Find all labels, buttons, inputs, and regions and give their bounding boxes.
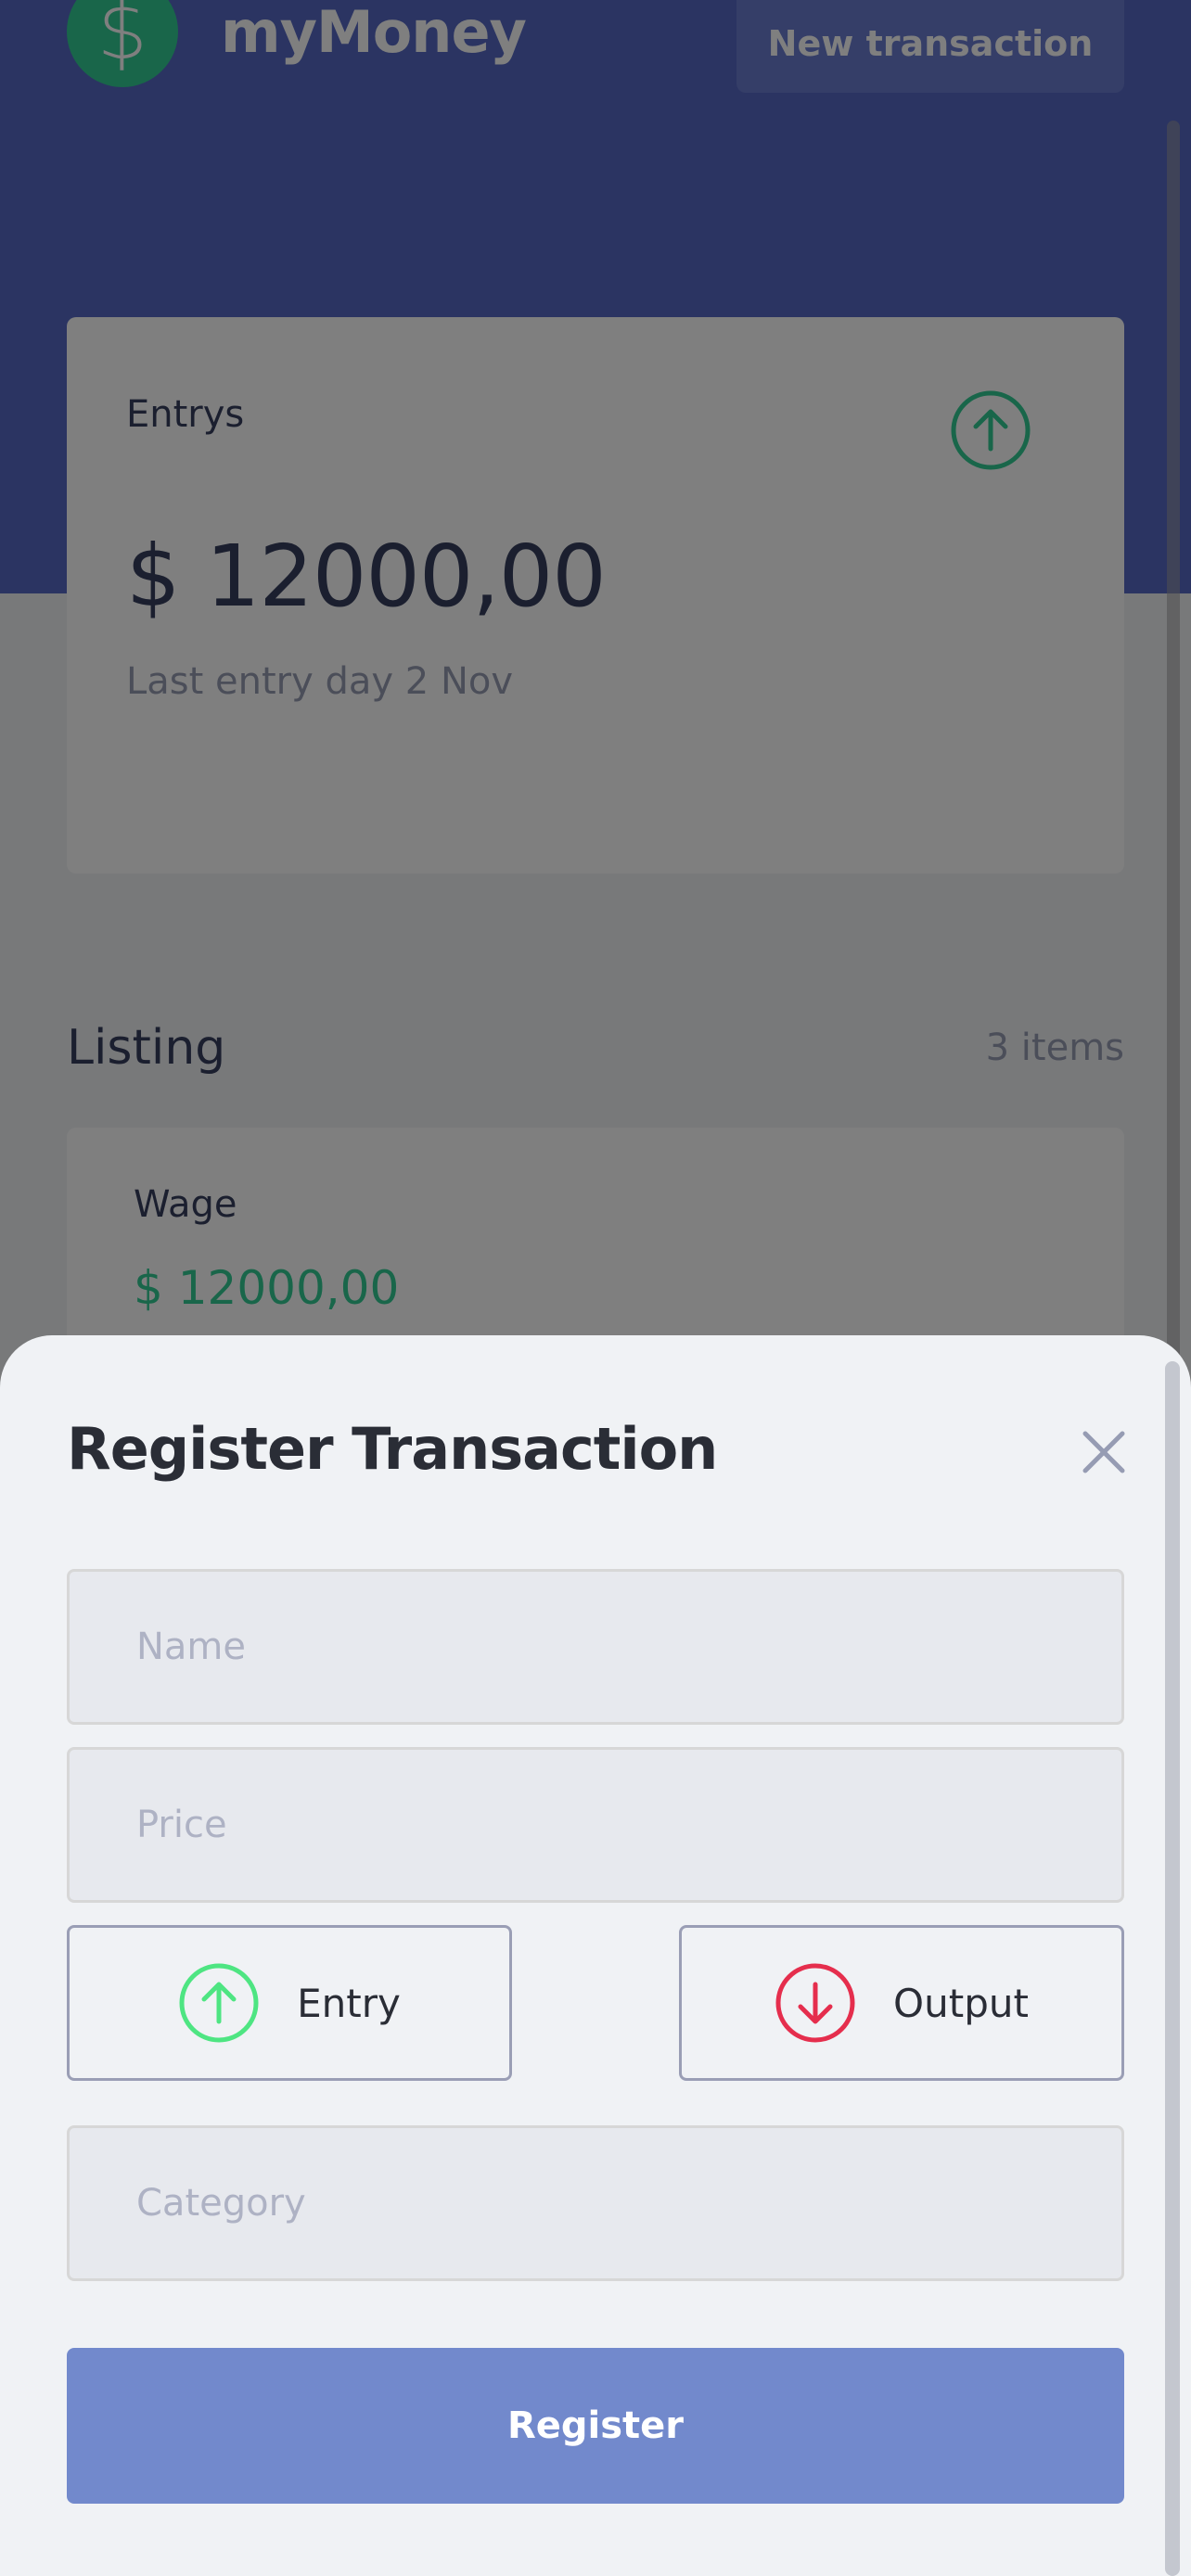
price-input[interactable] <box>67 1747 1124 1903</box>
register-transaction-modal: Register Transaction Entry Output Regist… <box>0 1335 1191 2576</box>
modal-title: Register Transaction <box>67 1415 718 1483</box>
output-label: Output <box>893 1980 1029 2026</box>
output-type-button[interactable]: Output <box>679 1925 1124 2081</box>
modal-scrollbar[interactable] <box>1165 1361 1180 2576</box>
entry-label: Entry <box>297 1980 401 2026</box>
entry-type-button[interactable]: Entry <box>67 1925 512 2081</box>
close-button[interactable] <box>1076 1424 1132 1480</box>
name-input[interactable] <box>67 1569 1124 1725</box>
arrow-up-circle-icon <box>179 1963 259 2043</box>
category-input[interactable] <box>67 2125 1124 2281</box>
close-icon <box>1082 1431 1125 1473</box>
arrow-down-circle-icon <box>775 1963 855 2043</box>
register-button[interactable]: Register <box>67 2348 1124 2504</box>
